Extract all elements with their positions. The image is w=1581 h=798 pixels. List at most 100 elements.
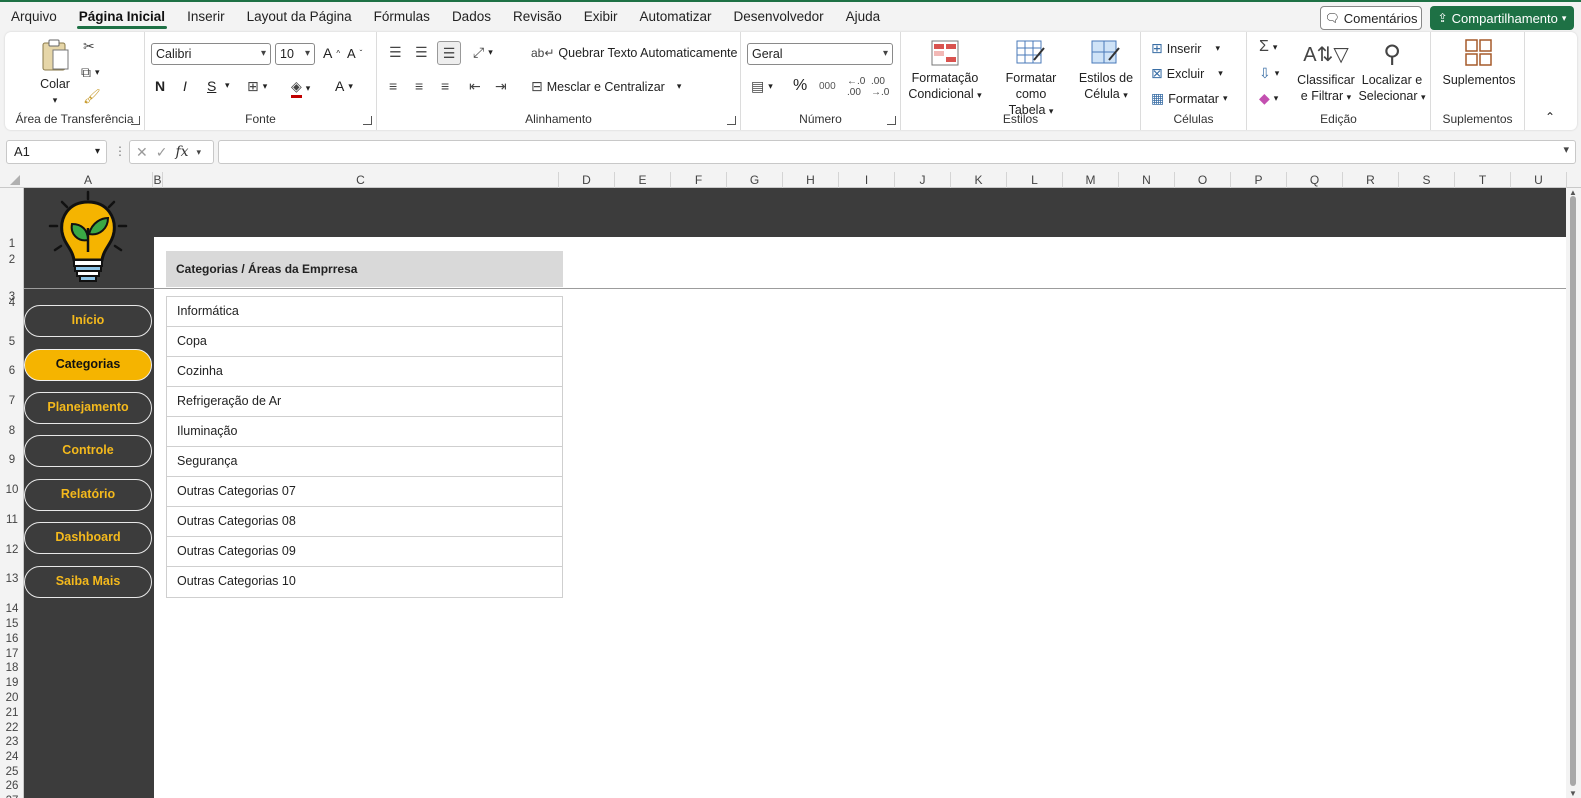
select-all-corner[interactable] <box>0 172 24 188</box>
conditional-formatting-button[interactable]: Formatação Condicional ▾ <box>907 40 983 103</box>
percent-button[interactable]: % <box>793 77 807 95</box>
wrap-text-button[interactable]: ab↵ Quebrar Texto Automaticamente <box>531 46 737 60</box>
nav-button[interactable]: Controle <box>24 435 152 467</box>
font-name-select[interactable]: Calibri ▾ <box>151 43 271 65</box>
category-row[interactable]: Copa <box>167 327 562 357</box>
scroll-thumb[interactable] <box>1570 196 1576 786</box>
format-as-table-button[interactable]: Formatar como Tabela ▾ <box>989 40 1073 119</box>
underline-button[interactable]: S <box>207 78 216 94</box>
number-format-select[interactable]: Geral ▾ <box>747 43 893 65</box>
menu-tab[interactable]: Revisão <box>502 2 573 32</box>
category-row[interactable]: Segurança <box>167 447 562 477</box>
insert-function-button[interactable]: fx <box>175 144 188 160</box>
menu-tab[interactable]: Ajuda <box>835 2 892 32</box>
share-button[interactable]: ⇪ Compartilhamento ▾ <box>1430 6 1574 30</box>
name-box[interactable]: A1 ▾ <box>6 140 107 164</box>
column-header[interactable]: T <box>1455 172 1511 188</box>
decrease-font-button[interactable]: Aˇ <box>347 46 362 61</box>
column-header[interactable]: H <box>783 172 839 188</box>
menu-tab[interactable]: Dados <box>441 2 502 32</box>
bold-button[interactable]: N <box>155 78 165 94</box>
italic-button[interactable]: I <box>183 78 187 94</box>
nav-button[interactable]: Início <box>24 305 152 337</box>
category-row[interactable]: Iluminação <box>167 417 562 447</box>
increase-indent-button[interactable]: ⇥ <box>495 78 507 95</box>
nav-button[interactable]: Saiba Mais <box>24 566 152 598</box>
decrease-indent-button[interactable]: ⇤ <box>469 78 481 95</box>
copy-button[interactable]: ⧉ ▾ <box>81 64 100 81</box>
column-header[interactable]: B <box>153 172 163 188</box>
nav-button[interactable]: Planejamento <box>24 392 152 424</box>
row-header[interactable]: 18 <box>0 661 24 675</box>
align-bottom-button[interactable]: ☰ <box>437 41 461 65</box>
find-select-button[interactable]: ⚲ Localizar e Selecionar ▾ <box>1357 38 1427 105</box>
row-header[interactable]: 1 <box>0 237 24 251</box>
paste-button[interactable]: Colar ▾ <box>35 38 75 108</box>
row-header[interactable]: 21 <box>0 706 24 720</box>
menu-tab[interactable]: Inserir <box>176 2 236 32</box>
font-color-button[interactable]: A ▾ <box>335 78 353 94</box>
scroll-down-icon[interactable]: ▼ <box>1569 789 1577 798</box>
row-header[interactable]: 23 <box>0 735 24 749</box>
column-header[interactable]: K <box>951 172 1007 188</box>
category-row[interactable]: Outras Categorias 07 <box>167 477 562 507</box>
borders-button[interactable]: ⊞ ▾ <box>247 78 267 95</box>
enter-icon[interactable]: ✓ <box>156 144 168 161</box>
format-painter-button[interactable]: 🖌 <box>83 88 101 105</box>
menu-tab[interactable]: Automatizar <box>629 2 723 32</box>
row-header[interactable]: 9 <box>0 453 24 467</box>
menu-tab[interactable]: Layout da Página <box>236 2 363 32</box>
vertical-scrollbar[interactable]: ▲ ▼ <box>1566 188 1581 798</box>
row-header[interactable]: 17 <box>0 647 24 661</box>
column-header[interactable]: R <box>1343 172 1399 188</box>
row-header[interactable]: 26 <box>0 779 24 793</box>
column-header[interactable]: N <box>1119 172 1175 188</box>
thousands-button[interactable]: 000 <box>819 81 836 92</box>
category-row[interactable]: Outras Categorias 08 <box>167 507 562 537</box>
menu-tab[interactable]: Fórmulas <box>363 2 441 32</box>
font-size-select[interactable]: 10 ▾ <box>275 43 315 65</box>
cut-button[interactable]: ✂ <box>83 38 95 55</box>
format-cells-button[interactable]: ▦ Formatar ▾ <box>1151 90 1227 107</box>
row-header[interactable]: 20 <box>0 691 24 705</box>
merge-center-button[interactable]: ⊟ Mesclar e Centralizar ▾ <box>531 78 681 95</box>
row-header[interactable]: 7 <box>0 394 24 408</box>
clear-button[interactable]: ◆ ▾ <box>1259 90 1278 107</box>
nav-button[interactable]: Dashboard <box>24 522 152 554</box>
expand-formula-icon[interactable]: ▾ <box>1563 143 1569 156</box>
row-header[interactable]: 15 <box>0 617 24 631</box>
row-header[interactable]: 5 <box>0 335 24 349</box>
column-header[interactable]: A <box>24 172 153 188</box>
underline-dropdown[interactable]: ▾ <box>225 80 230 91</box>
fill-button[interactable]: ⇩ ▾ <box>1259 65 1279 82</box>
row-header[interactable]: 12 <box>0 543 24 557</box>
sort-filter-button[interactable]: A⇅▽ Classificar e Filtrar ▾ <box>1295 38 1357 105</box>
column-header[interactable]: S <box>1399 172 1455 188</box>
menu-tab[interactable]: Arquivo <box>0 2 68 32</box>
orientation-button[interactable]: ⤢ ▾ <box>473 44 493 61</box>
category-row[interactable]: Refrigeração de Ar <box>167 387 562 417</box>
column-header[interactable]: O <box>1175 172 1231 188</box>
row-header[interactable]: 22 <box>0 721 24 735</box>
comments-button[interactable]: 🗨 Comentários <box>1320 6 1422 30</box>
align-middle-button[interactable]: ☰ <box>415 44 428 61</box>
decrease-decimal-button[interactable]: .00 →.0 <box>871 76 889 98</box>
accounting-format-button[interactable]: ▤ ▾ <box>751 78 773 95</box>
align-top-button[interactable]: ☰ <box>389 44 402 61</box>
dialog-launcher-icon[interactable] <box>887 116 896 125</box>
nav-button[interactable]: Categorias <box>24 349 152 381</box>
addins-button[interactable]: Suplementos <box>1439 38 1519 88</box>
formula-input[interactable]: ▾ <box>218 140 1576 164</box>
row-header[interactable]: 2 <box>0 253 24 267</box>
row-header[interactable]: 13 <box>0 572 24 586</box>
menu-tab[interactable]: Exibir <box>573 2 629 32</box>
dialog-launcher-icon[interactable] <box>363 116 372 125</box>
menu-tab[interactable]: Página Inicial <box>68 2 176 32</box>
column-header[interactable]: Q <box>1287 172 1343 188</box>
cell-styles-button[interactable]: Estilos de Célula ▾ <box>1077 40 1135 103</box>
dialog-launcher-icon[interactable] <box>131 116 140 125</box>
column-header[interactable]: E <box>615 172 671 188</box>
row-header[interactable]: 8 <box>0 424 24 438</box>
fill-color-button[interactable]: ◈ ▾ <box>291 78 310 98</box>
category-row[interactable]: Outras Categorias 09 <box>167 537 562 567</box>
